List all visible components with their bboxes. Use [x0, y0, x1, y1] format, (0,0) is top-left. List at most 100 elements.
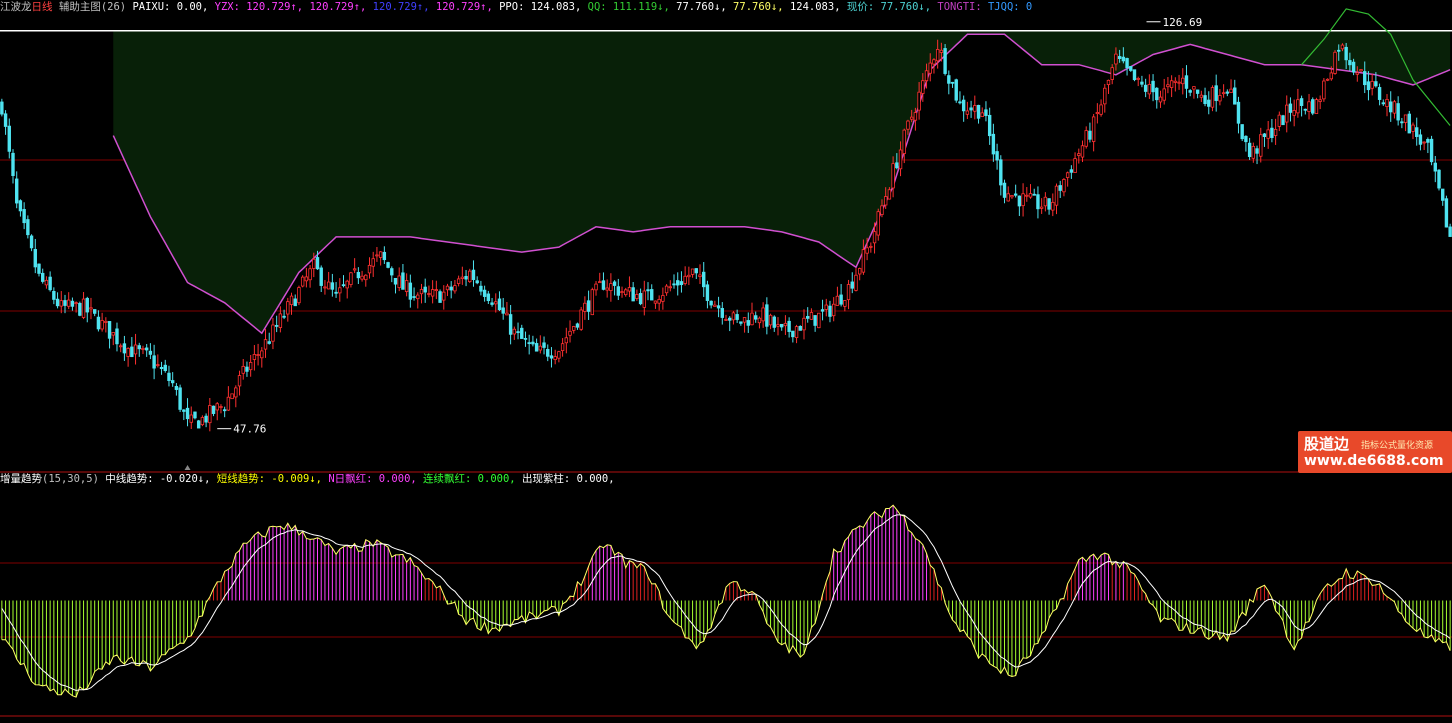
- candle-body: [1247, 142, 1252, 157]
- candle: [1088, 122, 1092, 143]
- candle: [1385, 94, 1389, 117]
- candle: [48, 271, 52, 292]
- candle: [196, 419, 201, 429]
- candle: [1229, 79, 1233, 94]
- candle: [987, 107, 992, 145]
- candle: [1370, 73, 1374, 96]
- candle-body: [1143, 84, 1148, 92]
- candle: [419, 283, 424, 304]
- sub-header-item: 出现紫柱: 0.000,: [521, 473, 615, 485]
- candle: [482, 285, 487, 302]
- candle-body: [1125, 58, 1129, 69]
- candle: [33, 238, 37, 274]
- candle-body: [222, 409, 227, 412]
- candle: [668, 280, 672, 292]
- candle: [453, 280, 457, 294]
- candle-body: [954, 79, 958, 101]
- candle-body: [1017, 195, 1022, 207]
- candle-body: [854, 274, 858, 291]
- candle-body: [1229, 88, 1233, 94]
- candle: [382, 246, 387, 264]
- candle-body: [167, 372, 171, 381]
- candle: [531, 335, 535, 347]
- candle: [1400, 117, 1404, 129]
- candle: [456, 275, 461, 287]
- watermark-url: www.de6688.com: [1304, 453, 1444, 469]
- low-triangle: [184, 465, 191, 470]
- candle: [449, 281, 453, 299]
- candle: [572, 325, 576, 334]
- candle: [653, 300, 658, 309]
- candle-body: [872, 231, 877, 244]
- candle-body: [1233, 87, 1237, 105]
- candle: [679, 271, 684, 293]
- candle-body: [839, 294, 843, 305]
- main-header-item: QQ: 111.119↓,: [587, 1, 677, 13]
- candle: [1143, 78, 1148, 98]
- candle: [1210, 85, 1215, 112]
- candle-body: [768, 314, 773, 326]
- candle: [70, 297, 75, 311]
- candle: [1422, 141, 1426, 151]
- candle: [980, 107, 984, 118]
- candle: [1299, 95, 1304, 117]
- candle-body: [81, 298, 86, 318]
- candle: [1396, 96, 1400, 126]
- candle-body: [434, 289, 439, 291]
- candle-body: [586, 300, 591, 312]
- watermark-name: 股道边: [1304, 435, 1350, 453]
- candle: [326, 271, 331, 290]
- candle: [876, 208, 880, 241]
- candle-body: [271, 324, 275, 342]
- candle: [1288, 97, 1293, 122]
- candle: [731, 311, 736, 325]
- sub-header-item: 短线趋势: -0.009↓,: [216, 473, 329, 485]
- candle-body: [497, 298, 502, 311]
- candle-body: [1010, 195, 1014, 198]
- candle-body: [304, 276, 309, 282]
- candle: [505, 302, 509, 316]
- candle-body: [698, 274, 702, 277]
- candle-body: [1236, 101, 1241, 124]
- candle: [631, 282, 635, 302]
- candle: [798, 325, 802, 331]
- candle: [527, 334, 531, 355]
- candle-body: [312, 258, 316, 269]
- candle-body: [260, 350, 264, 359]
- candle-body: [720, 308, 724, 318]
- candle: [817, 312, 821, 329]
- candle: [152, 344, 156, 380]
- candle: [412, 287, 416, 301]
- candle-body: [616, 286, 621, 296]
- candle-body: [174, 385, 179, 390]
- candle: [1292, 99, 1296, 127]
- candle-body: [144, 347, 149, 351]
- candle-body: [869, 245, 873, 248]
- candle-body: [196, 420, 201, 429]
- candle: [215, 402, 219, 421]
- candle: [41, 268, 45, 284]
- candle: [1266, 120, 1270, 149]
- candle: [1095, 103, 1100, 124]
- candle-body: [494, 301, 498, 305]
- candle-body: [33, 249, 37, 268]
- candle-body: [1437, 169, 1441, 189]
- candle: [1262, 132, 1267, 147]
- candle-body: [300, 276, 305, 287]
- candle-body: [1366, 81, 1371, 91]
- candle: [471, 260, 476, 287]
- candle-body: [1374, 81, 1378, 87]
- candle: [81, 292, 86, 320]
- candle-body: [534, 343, 539, 352]
- candle: [772, 315, 776, 332]
- candle: [1199, 90, 1204, 102]
- candle: [460, 266, 465, 285]
- candle-body: [705, 284, 710, 301]
- candle-body: [41, 272, 45, 282]
- candle-body: [1288, 103, 1293, 113]
- candle-body: [1270, 127, 1274, 138]
- candle: [360, 270, 364, 282]
- candle-body: [631, 287, 635, 302]
- candle-body: [557, 351, 561, 359]
- candle: [118, 343, 123, 353]
